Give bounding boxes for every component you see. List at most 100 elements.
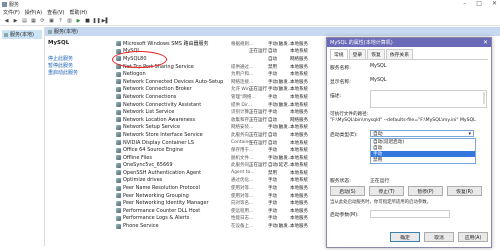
menu-help[interactable]: 帮助(H) [69,9,87,16]
refresh-icon[interactable]: ⟳ [39,17,46,24]
tab-recovery[interactable]: 恢复 [367,49,385,59]
service-desc: 此服务同... [231,163,254,169]
console-tree: 服务(本地) [0,27,45,246]
tab-general[interactable]: 常规 [330,49,348,59]
service-row[interactable]: Network Location Awareness 收集和存... 正在运行 自动 网… [114,116,324,124]
display-name-value[interactable]: MySQL [370,78,386,85]
service-startup-type: 手动(触发... [268,87,293,93]
tab-logon[interactable]: 登录 [348,49,367,59]
service-row[interactable]: Office 64 Source Engine 保存用于... 手动 本地系统 [114,146,324,154]
service-desc: 使用对等... [231,186,254,192]
restart-service-icon[interactable]: ▶▌ [102,17,110,24]
service-desc: 根据规则... [231,41,254,47]
service-desc: 此服务向... [231,132,254,138]
service-logon: 本地服务 [290,110,308,116]
service-name: Optimize drives [123,177,163,184]
service-name: Network Setup Service [123,124,181,131]
service-row[interactable]: OpenSSH Authentication Agent Agent to... 禁… [114,169,324,177]
help-icon[interactable]: ? [57,17,64,24]
option-disabled[interactable]: 禁用 [371,157,475,163]
scrollbar[interactable] [483,92,485,104]
service-gear-icon [116,79,121,85]
stop-button[interactable]: 停止(T) [369,186,404,196]
list-icon[interactable]: ▦ [30,17,37,24]
service-gear-icon [116,185,121,191]
menu-action[interactable]: 操作(A) [25,9,42,16]
gear-icon [48,29,52,34]
resume-button[interactable]: 恢复(R) [447,186,482,196]
service-status: 正在运行 [249,140,267,146]
pause-service-link[interactable]: 暂停此服务 [48,63,102,70]
service-name: Offline Files [123,154,152,161]
close-icon[interactable]: ✕ [492,0,497,7]
service-row[interactable]: Performance Logs & Alerts 性能日志... 手动 本地服务 [114,215,324,223]
service-gear-icon [116,109,121,115]
service-logon: 本地服务 [290,186,308,192]
forward-icon[interactable]: ▶ [12,17,19,24]
service-row[interactable]: Network List Service 识别计算... 正在运行 手动 本地服务 [114,108,324,116]
service-row[interactable]: Offline Files 脱机文件... 手动(触发... 本地系统 [114,154,324,162]
service-row[interactable]: Network Connectivity Assistant 提供 Dir... 手… [114,101,324,109]
service-row[interactable]: Network Store Interface Service 此服务向... 正在… [114,131,324,139]
description-box[interactable] [370,90,487,108]
pause-service-icon[interactable]: ❚❚ [92,17,100,24]
service-name: Network Location Awareness [123,116,196,123]
service-logon: 本地系统 [290,140,308,146]
service-status: 正在运行 [249,87,267,93]
service-row[interactable]: Performance Counter DLL Host 使远程用... 手动 本地服… [114,207,324,215]
service-name: Phone Service [123,223,159,230]
start-params-input[interactable] [370,210,450,218]
export-icon[interactable]: ▣ [48,17,55,24]
service-row[interactable]: Optimize drives 通过优化... 手动 本地系统 [114,177,324,185]
service-name-row: 服务名称: MySQL [330,64,488,71]
service-row[interactable]: Phone Service 在设备上... 手动(触发... 本地服务 [114,222,324,230]
menu-file[interactable]: 文件(F) [3,9,20,16]
minimize-icon[interactable]: – [463,0,466,7]
tree-item-services-local[interactable]: 服务(本地) [2,30,42,39]
cancel-button[interactable]: 取消 [424,232,454,242]
service-row[interactable]: Network Connection Broker 允许 Win... 正在运行 手动… [114,86,324,94]
service-startup-type: 手动(触发... [268,41,293,47]
service-gear-icon [116,86,121,92]
service-logon: 本地服务 [290,201,308,207]
display-name-row: 显示名称: MySQL [330,78,488,85]
startup-type-select[interactable]: 自动 ▾ [370,130,474,137]
service-desc: 管理“网络... [231,94,256,100]
service-status-value: 正在运行 [370,179,390,184]
service-row[interactable]: Network Connections 管理“网络... 手动 本地系统 [114,93,324,101]
dialog-close-icon[interactable]: ✕ [483,39,488,46]
ok-button[interactable]: 确定 [390,232,420,242]
pane-header-title: 服务(本地) [54,29,78,35]
stop-service-icon[interactable]: ■ [84,17,91,24]
properties-icon[interactable]: ▥ [66,17,73,24]
apply-button[interactable]: 应用(A) [458,232,488,242]
restart-service-link[interactable]: 重启动此服务 [48,70,102,77]
service-logon: 网络服务 [290,56,308,62]
display-name-label: 显示名称: [330,80,351,85]
service-name: OneSync5vc_65669 [123,162,173,169]
service-row[interactable]: OneSync5vc_65669 此服务同... 正在运行 自动(延迟... 本地系统 [114,162,324,170]
service-startup-type: 自动 [268,56,277,62]
pause-button[interactable]: 暂停(P) [408,186,443,196]
service-row[interactable]: Peer Name Resolution Protocol 使用对等... 手动 本地… [114,184,324,192]
tab-dependencies[interactable]: 依存关系 [385,49,414,59]
menu-view[interactable]: 查看(V) [47,9,64,16]
back-icon[interactable]: ◀ [3,17,10,24]
service-row[interactable]: NVIDIA Display Container LS Containe... 正在… [114,139,324,147]
selected-service-name: MySQL [48,40,70,46]
maximize-icon[interactable]: □ [476,0,482,7]
service-row[interactable]: Peer Networking Grouping 使用对等... 手动 本地服务 [114,192,324,200]
console-tree-icon[interactable]: ▤ [21,17,28,24]
service-row[interactable]: Network Connected Devices Auto-Setup 网络连接… [114,78,324,86]
description-label: 描述: [330,94,342,99]
service-row[interactable]: Peer Networking Identity Manager 向对等名... 手… [114,199,324,207]
stop-service-link[interactable]: 停止此服务 [48,56,102,63]
start-button[interactable]: 启动(S) [330,186,365,196]
service-row[interactable]: Network Setup Service 网络安装... 手动(触发... 本地系统 [114,124,324,132]
start-service-icon[interactable]: ▶ [75,17,82,24]
service-desc: 网络连接... [231,79,254,85]
service-row[interactable]: Netlogon 为用户和... 手动 本地系统 [114,70,324,78]
service-desc: 在设备上... [231,224,254,230]
service-row[interactable]: Microsoft Windows SMS 路由器服务 根据规则... 手动(触发.… [114,40,324,48]
tree-item-label: 服务(本地) [10,32,34,38]
